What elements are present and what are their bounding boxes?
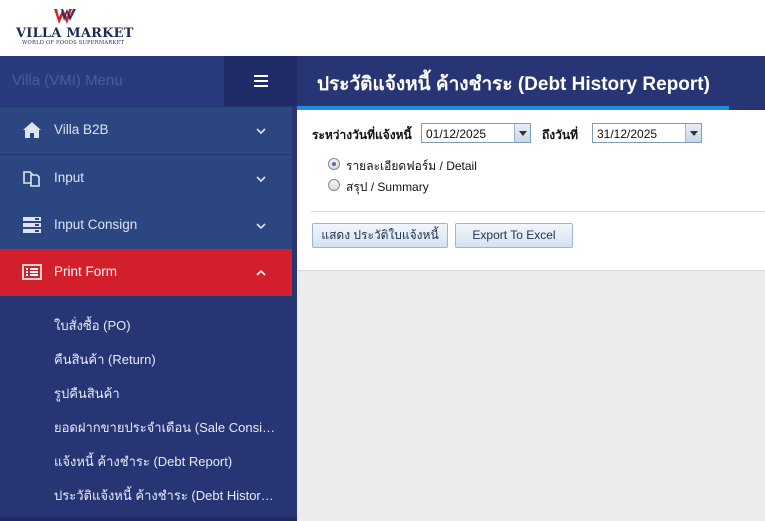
radio-detail-label: รายละเอียดฟอร์ม / Detail (346, 159, 477, 173)
villa-market-logo[interactable]: VILLA MARKET WORLD OF FOODS SUPERMARKET (16, 8, 134, 48)
to-date-value: 31/12/2025 (597, 127, 658, 141)
copy-icon (23, 171, 40, 187)
from-date-picker[interactable]: 01/12/2025 (421, 123, 531, 143)
print-form-submenu: ใบสั่งซื้อ (PO) คืนสินค้า (Return) รูปคื… (0, 296, 292, 521)
hamburger-icon (254, 85, 268, 87)
sidebar-header: Villa (VMI) Menu (0, 56, 297, 106)
sidebar-bottom-strip (0, 517, 297, 521)
logo-mark-icon (54, 9, 76, 24)
hamburger-icon (254, 80, 268, 82)
sidebar-item-villa-b2b[interactable]: Villa B2B (0, 107, 292, 154)
chevron-up-icon (256, 269, 266, 276)
submenu-item-po[interactable]: ใบสั่งซื้อ (PO) (54, 315, 131, 336)
radio-button-selected[interactable] (328, 158, 340, 170)
sidebar-item-input[interactable]: Input (0, 155, 292, 202)
sidebar-menu-title: Villa (VMI) Menu (12, 72, 123, 89)
report-filter-panel: ระหว่างวันที่แจ้งหนี้ 01/12/2025 ถึงวันท… (297, 110, 765, 271)
show-history-button[interactable]: แสดง ประวัติใบแจ้งหนี้ (312, 223, 448, 248)
page-header: ประวัติแจ้งหนี้ ค้างชำระ (Debt History R… (297, 56, 765, 106)
dropdown-arrow-icon[interactable] (685, 124, 701, 142)
server-icon (23, 217, 41, 233)
from-date-value: 01/12/2025 (426, 127, 487, 141)
page-title: ประวัติแจ้งหนี้ ค้างชำระ (Debt History R… (317, 74, 710, 95)
sidebar-item-input-consign[interactable]: Input Consign (0, 202, 292, 249)
sidebar-item-print-form[interactable]: Print Form (0, 249, 292, 296)
hamburger-icon (254, 75, 268, 77)
chevron-down-icon (256, 176, 266, 183)
chevron-down-icon (256, 128, 266, 135)
export-excel-button[interactable]: Export To Excel (455, 223, 573, 248)
dropdown-arrow-icon[interactable] (514, 124, 530, 142)
sidebar-item-label: Print Form (54, 264, 118, 279)
report-content-area (297, 272, 765, 521)
list-icon (22, 264, 42, 280)
divider (311, 211, 765, 212)
sidebar: Villa (VMI) Menu Villa B2B Input Input C… (0, 56, 297, 521)
to-date-picker[interactable]: 31/12/2025 (592, 123, 702, 143)
radio-summary-label: สรุป / Summary (346, 180, 429, 194)
sidebar-item-label: Villa B2B (54, 122, 109, 137)
submenu-item-return[interactable]: คืนสินค้า (Return) (54, 349, 156, 370)
sidebar-item-label: Input (54, 170, 85, 185)
submenu-item-debt-history[interactable]: ประวัติแจ้งหนี้ ค้างชำระ (Debt History .… (54, 485, 276, 506)
logo-tagline: WORLD OF FOODS SUPERMARKET (22, 40, 125, 46)
submenu-item-sale-consign[interactable]: ยอดฝากขายประจำเดือน (Sale Consign) (54, 417, 276, 438)
submenu-item-debt-report[interactable]: แจ้งหนี้ ค้างชำระ (Debt Report) (54, 451, 232, 472)
from-date-label: ระหว่างวันที่แจ้งหนี้ (312, 128, 412, 142)
top-header: VILLA MARKET WORLD OF FOODS SUPERMARKET (0, 0, 765, 56)
home-icon (23, 122, 41, 138)
to-date-label: ถึงวันที่ (542, 128, 578, 142)
submenu-item-return-images[interactable]: รูปคืนสินค้า (54, 383, 120, 404)
radio-button[interactable] (328, 179, 340, 191)
sidebar-item-label: Input Consign (54, 217, 138, 232)
chevron-down-icon (256, 223, 266, 230)
logo-text: VILLA MARKET (16, 26, 134, 41)
menu-toggle-button[interactable] (224, 56, 297, 106)
